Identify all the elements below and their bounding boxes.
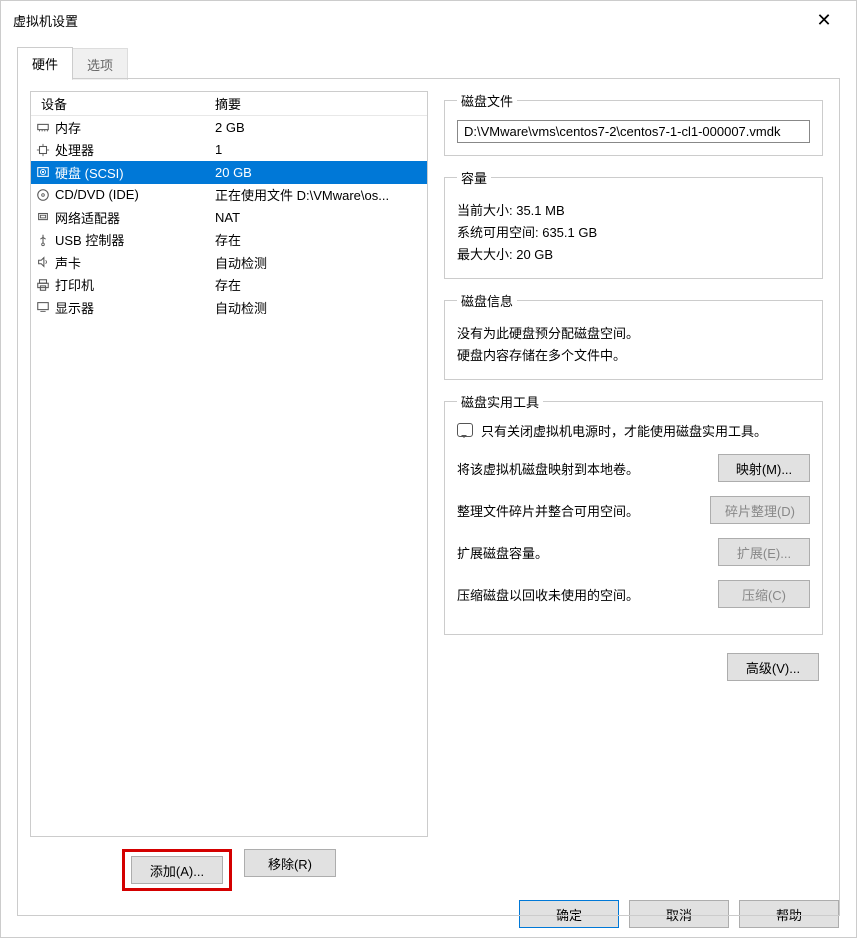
hw-row-cpu[interactable]: 处理器 1 [31,139,427,162]
hw-summary: 存在 [215,275,427,294]
current-size: 当前大小: 35.1 MB [457,200,810,219]
hw-row-memory[interactable]: 内存 2 GB [31,116,427,139]
utilities-legend: 磁盘实用工具 [457,392,543,411]
hw-label: 内存 [55,118,81,137]
hw-label: 声卡 [55,253,81,272]
compact-button[interactable]: 压缩(C) [718,580,810,608]
remove-button[interactable]: 移除(R) [244,849,336,877]
hw-label: 处理器 [55,140,94,159]
network-icon [35,209,51,225]
hardware-buttons: 添加(A)... 移除(R) [30,837,428,903]
hw-row-cd[interactable]: CD/DVD (IDE) 正在使用文件 D:\VMware\os... [31,184,427,207]
tab-strip: 硬件 选项 [17,47,840,79]
util-expand-text: 扩展磁盘容量。 [457,543,708,562]
hardware-table-header: 设备 摘要 [31,92,427,116]
map-button[interactable]: 映射(M)... [718,454,810,482]
capacity-legend: 容量 [457,168,491,187]
advanced-row: 高级(V)... [444,653,823,681]
system-free: 系统可用空间: 635.1 GB [457,222,810,241]
hw-summary: 自动检测 [215,253,427,272]
hw-row-printer[interactable]: 打印机 存在 [31,274,427,297]
util-map-row: 将该虚拟机磁盘映射到本地卷。 映射(M)... [457,454,810,482]
util-map-text: 将该虚拟机磁盘映射到本地卷。 [457,459,708,478]
disk-info-2: 硬盘内容存储在多个文件中。 [457,345,810,364]
close-icon[interactable]: ✕ [804,10,844,31]
hw-row-sound[interactable]: 声卡 自动检测 [31,251,427,274]
add-button[interactable]: 添加(A)... [131,856,223,884]
col-header-summary: 摘要 [215,94,427,113]
tab-hardware[interactable]: 硬件 [17,47,73,79]
col-header-device: 设备 [35,94,215,113]
util-compact-row: 压缩磁盘以回收未使用的空间。 压缩(C) [457,580,810,608]
disk-info-legend: 磁盘信息 [457,291,517,310]
utilities-banner: 只有关闭虚拟机电源时，才能使用磁盘实用工具。 [457,421,810,440]
tab-panel-hardware: 设备 摘要 内存 2 GB 处理器 1 硬盘 (SCSI) 20 GB CD [17,78,840,916]
hw-summary: 20 GB [215,165,427,180]
hw-summary: 1 [215,142,427,157]
advanced-button[interactable]: 高级(V)... [727,653,819,681]
hardware-table: 设备 摘要 内存 2 GB 处理器 1 硬盘 (SCSI) 20 GB CD [30,91,428,837]
hw-summary: 存在 [215,230,427,249]
hw-label: USB 控制器 [55,230,124,249]
window-title: 虚拟机设置 [13,11,804,30]
hdd-icon [35,164,51,180]
hw-row-hdd[interactable]: 硬盘 (SCSI) 20 GB [31,161,427,184]
hw-label: 网络适配器 [55,208,120,227]
hw-label: 打印机 [55,275,94,294]
sound-icon [35,254,51,270]
disk-info-1: 没有为此硬盘预分配磁盘空间。 [457,323,810,342]
cd-icon [35,187,51,203]
detail-pane: 磁盘文件 D:\VMware\vms\centos7-2\centos7-1-c… [440,91,827,903]
hw-summary: 自动检测 [215,298,427,317]
util-defrag-row: 整理文件碎片并整合可用空间。 碎片整理(D) [457,496,810,524]
info-icon [457,423,473,437]
util-compact-text: 压缩磁盘以回收未使用的空间。 [457,585,708,604]
printer-icon [35,277,51,293]
disk-file-group: 磁盘文件 D:\VMware\vms\centos7-2\centos7-1-c… [444,91,823,156]
display-icon [35,299,51,315]
expand-button[interactable]: 扩展(E)... [718,538,810,566]
hw-row-display[interactable]: 显示器 自动检测 [31,296,427,319]
disk-file-legend: 磁盘文件 [457,91,517,110]
capacity-group: 容量 当前大小: 35.1 MB 系统可用空间: 635.1 GB 最大大小: … [444,168,823,279]
hw-summary: 正在使用文件 D:\VMware\os... [215,185,427,204]
utilities-group: 磁盘实用工具 只有关闭虚拟机电源时，才能使用磁盘实用工具。 将该虚拟机磁盘映射到… [444,392,823,635]
max-size: 最大大小: 20 GB [457,244,810,263]
util-defrag-text: 整理文件碎片并整合可用空间。 [457,501,700,520]
hw-summary: 2 GB [215,120,427,135]
hw-summary: NAT [215,210,427,225]
utilities-banner-text: 只有关闭虚拟机电源时，才能使用磁盘实用工具。 [481,421,767,440]
disk-info-group: 磁盘信息 没有为此硬盘预分配磁盘空间。 硬盘内容存储在多个文件中。 [444,291,823,380]
hw-label: 硬盘 (SCSI) [55,163,124,182]
hw-row-net[interactable]: 网络适配器 NAT [31,206,427,229]
add-button-highlight: 添加(A)... [122,849,232,891]
hw-label: CD/DVD (IDE) [55,187,139,202]
disk-file-field[interactable]: D:\VMware\vms\centos7-2\centos7-1-cl1-00… [457,120,810,143]
defrag-button[interactable]: 碎片整理(D) [710,496,810,524]
content-area: 硬件 选项 设备 摘要 内存 2 GB 处理器 1 硬盘 [1,39,856,916]
usb-icon [35,232,51,248]
cpu-icon [35,142,51,158]
hw-row-usb[interactable]: USB 控制器 存在 [31,229,427,252]
hardware-list-pane: 设备 摘要 内存 2 GB 处理器 1 硬盘 (SCSI) 20 GB CD [30,91,428,903]
util-expand-row: 扩展磁盘容量。 扩展(E)... [457,538,810,566]
hw-label: 显示器 [55,298,94,317]
tab-options[interactable]: 选项 [72,48,128,80]
memory-icon [35,119,51,135]
title-bar: 虚拟机设置 ✕ [1,1,856,39]
